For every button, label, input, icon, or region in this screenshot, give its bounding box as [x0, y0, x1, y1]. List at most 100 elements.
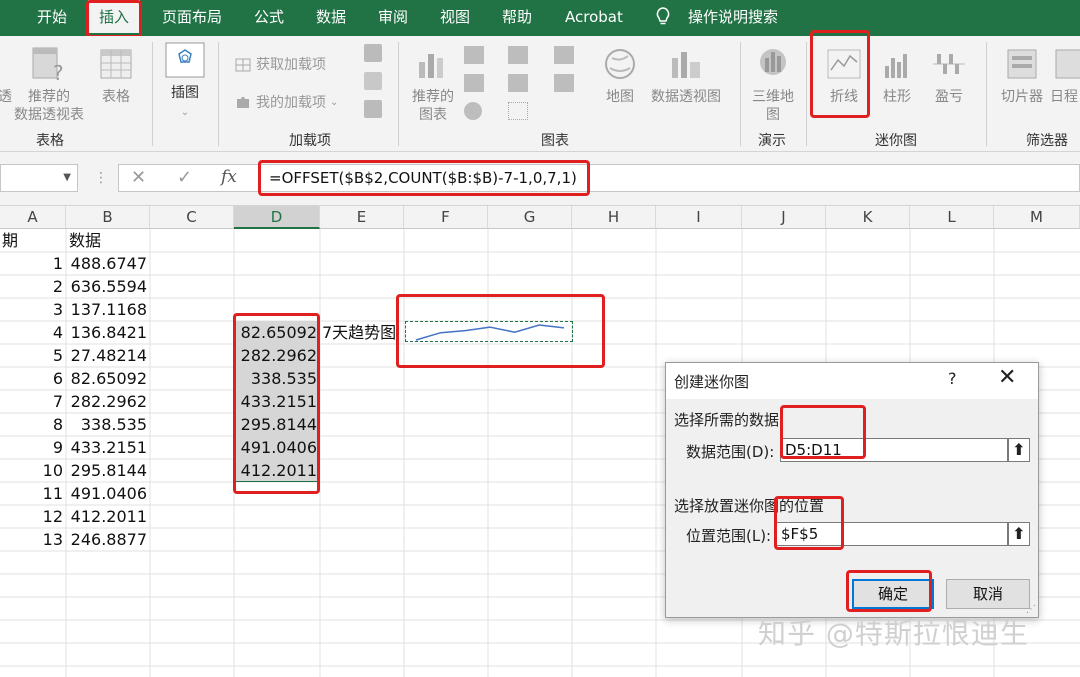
cell-a9[interactable]: 8 [0, 413, 66, 436]
cell-b6[interactable]: 27.48214 [66, 344, 150, 367]
menu-bar: 开始 插入 页面布局 公式 数据 审阅 视图 帮助 Acrobat 操作说明搜索 [0, 0, 1080, 36]
close-icon[interactable]: ✕ [998, 365, 1016, 390]
visio-icon[interactable] [364, 44, 382, 62]
waterfall-chart-icon[interactable] [554, 46, 574, 64]
tab-help[interactable]: 帮助 [502, 0, 532, 36]
cell-a11[interactable]: 10 [0, 459, 66, 482]
cancel-button[interactable]: 取消 [946, 579, 1030, 609]
bing-icon[interactable] [364, 72, 382, 90]
my-addins-button[interactable]: 我的加载项 ⌄ [234, 92, 338, 112]
group-label-charts: 图表 [541, 133, 569, 149]
annotation-ok-button [846, 570, 932, 612]
pie-chart-icon[interactable] [464, 102, 482, 120]
tab-acrobat[interactable]: Acrobat [565, 0, 623, 36]
separator [152, 42, 153, 146]
cell-a6[interactable]: 5 [0, 344, 66, 367]
pivot-table-partial[interactable]: 透 [0, 88, 12, 106]
line-chart-icon[interactable] [464, 74, 484, 92]
tab-review[interactable]: 审阅 [378, 0, 408, 36]
enter-icon[interactable]: ✓ [177, 167, 192, 188]
cell-a1[interactable]: 期 [2, 229, 18, 252]
column-header-k[interactable]: K [826, 206, 910, 229]
separator [398, 42, 399, 146]
help-icon[interactable]: ? [948, 369, 957, 388]
column-header-h[interactable]: H [572, 206, 656, 229]
cell-a4[interactable]: 3 [0, 298, 66, 321]
column-chart-icon[interactable] [464, 46, 484, 64]
cell-b10[interactable]: 433.2151 [66, 436, 150, 459]
cell-b5[interactable]: 136.8421 [66, 321, 150, 344]
cell-b1[interactable]: 数据 [69, 229, 101, 252]
sparkline-column-button[interactable]: 柱形 [876, 44, 918, 106]
column-header-c[interactable]: C [150, 206, 234, 229]
table-button[interactable]: 表格 [94, 44, 138, 106]
column-header-f[interactable]: F [404, 206, 488, 229]
cell-b9[interactable]: 338.535 [66, 413, 150, 436]
cell-b8[interactable]: 282.2962 [66, 390, 150, 413]
recommended-charts-button[interactable]: 推荐的 图表 [406, 44, 460, 124]
column-header-d[interactable]: D [234, 206, 320, 229]
cell-b7[interactable]: 82.65092 [66, 367, 150, 390]
tab-data[interactable]: 数据 [316, 0, 346, 36]
annotation-insert-tab [86, 0, 142, 38]
formula-bar-splitter[interactable]: ⋮ [94, 170, 108, 186]
cell-b12[interactable]: 491.0406 [66, 482, 150, 505]
cell-a2[interactable]: 1 [0, 252, 66, 275]
cell-b3[interactable]: 636.5594 [66, 275, 150, 298]
get-addins-button[interactable]: 获取加载项 [234, 54, 326, 74]
cell-b11[interactable]: 295.8144 [66, 459, 150, 482]
pivot-chart-button[interactable]: 数据透视图 [646, 44, 726, 106]
cell-a3[interactable]: 2 [0, 275, 66, 298]
cell-b2[interactable]: 488.6747 [66, 252, 150, 275]
cell-a7[interactable]: 6 [0, 367, 66, 390]
column-header-l[interactable]: L [910, 206, 994, 229]
column-header-a[interactable]: A [0, 206, 66, 229]
column-header-i[interactable]: I [656, 206, 742, 229]
insert-function-icon[interactable]: fx [221, 167, 237, 187]
scatter-chart-icon[interactable] [508, 102, 528, 120]
cell-a12[interactable]: 11 [0, 482, 66, 505]
collapse-dialog-icon[interactable]: ⬆ [1008, 522, 1030, 546]
map-chart-button[interactable]: 地图 [600, 44, 640, 106]
column-header-b[interactable]: B [66, 206, 150, 229]
column-header-g[interactable]: G [488, 206, 572, 229]
tab-home[interactable]: 开始 [37, 0, 67, 36]
illustrations-button[interactable]: 插图 ⌄ [162, 40, 208, 122]
statistic-chart-icon[interactable] [508, 74, 528, 92]
cell-b4[interactable]: 137.1168 [66, 298, 150, 321]
cell-b14[interactable]: 246.8877 [66, 528, 150, 551]
3d-map-button[interactable]: 三维地 图 [748, 44, 798, 124]
cell-a8[interactable]: 7 [0, 390, 66, 413]
collapse-dialog-icon[interactable]: ⬆ [1008, 438, 1030, 462]
name-box[interactable]: ▼ [0, 164, 78, 192]
cell-e5[interactable]: 7天趋势图 [322, 321, 396, 344]
3d-map-icon [760, 49, 786, 75]
chevron-down-icon[interactable]: ▼ [63, 172, 71, 183]
cell-b13[interactable]: 412.2011 [66, 505, 150, 528]
cell-a14[interactable]: 13 [0, 528, 66, 551]
tab-formulas[interactable]: 公式 [254, 0, 284, 36]
column-header-j[interactable]: J [742, 206, 826, 229]
recommended-pivot-icon: ? [32, 47, 64, 84]
hierarchy-chart-icon[interactable] [508, 46, 528, 64]
recommended-pivot-button[interactable]: ? 推荐的 数据透视表 [10, 44, 88, 124]
annotation-data-range [780, 405, 866, 459]
people-graph-icon[interactable] [364, 100, 382, 118]
timeline-button[interactable]: 日程 [1050, 44, 1080, 106]
combo-chart-icon[interactable] [554, 74, 574, 92]
puzzle-icon [237, 97, 249, 108]
separator [806, 42, 807, 146]
column-header-e[interactable]: E [320, 206, 404, 229]
tell-me-search[interactable]: 操作说明搜索 [688, 0, 778, 36]
slicer-icon [1007, 49, 1037, 79]
cell-a13[interactable]: 12 [0, 505, 66, 528]
cell-a5[interactable]: 4 [0, 321, 66, 344]
sparkline-winloss-button[interactable]: 盈亏 [928, 44, 970, 106]
cancel-icon[interactable]: ✕ [131, 167, 146, 188]
group-label-filters: 筛选器 [1026, 133, 1068, 149]
slicer-button[interactable]: 切片器 [996, 44, 1048, 106]
tab-view[interactable]: 视图 [440, 0, 470, 36]
tab-page-layout[interactable]: 页面布局 [162, 0, 222, 36]
column-header-m[interactable]: M [994, 206, 1080, 229]
cell-a10[interactable]: 9 [0, 436, 66, 459]
